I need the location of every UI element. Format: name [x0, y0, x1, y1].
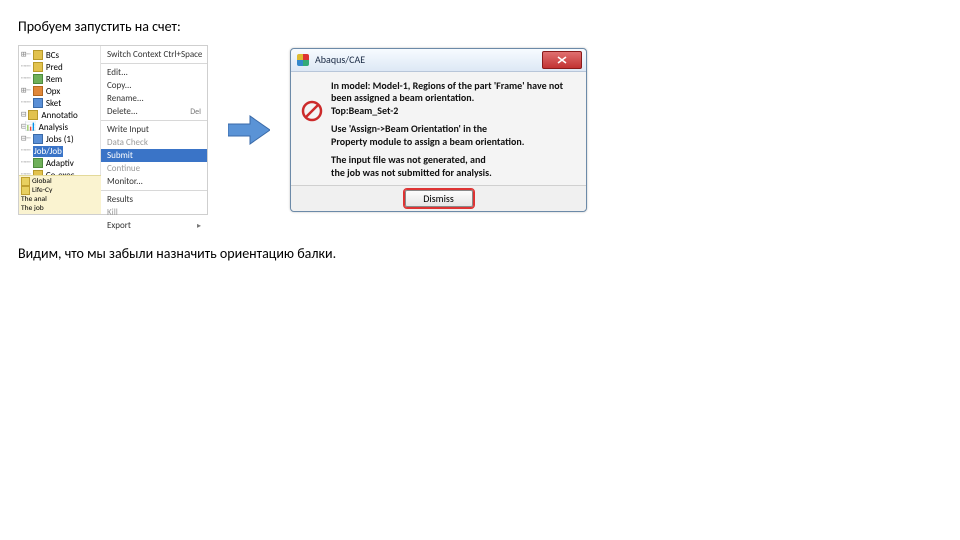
dialog-title: Abaqus/CAE: [315, 53, 542, 66]
tree-item[interactable]: ┈┈Rem: [21, 73, 98, 85]
msg-line: Use 'Assign->Beam Orientation' in the: [331, 123, 563, 136]
tree-label: Annotatio: [41, 110, 77, 121]
tree-item[interactable]: ⊞┈BCs: [21, 49, 98, 61]
menu-separator: [101, 190, 207, 191]
tree-item[interactable]: ┈┈Adaptiv: [21, 157, 98, 169]
msg-line: Top:Beam_Set-2: [331, 105, 563, 118]
dialog-message: In model: Model-1, Regions of the part '…: [331, 80, 563, 180]
tree-label: Job/Job: [33, 146, 63, 157]
menu-kill[interactable]: Kill: [101, 206, 207, 219]
menu-label: Submit: [107, 150, 133, 161]
strip-label: The anal: [21, 195, 47, 204]
tree-item[interactable]: ⊟📊Analysis: [21, 121, 98, 133]
close-icon: [557, 56, 567, 64]
close-button[interactable]: [542, 51, 582, 69]
menu-separator: [101, 63, 207, 64]
menu-label: Write Input: [107, 124, 149, 135]
menu-label: Continue: [107, 163, 140, 174]
dialog-body: In model: Model-1, Regions of the part '…: [291, 72, 586, 186]
tree-item[interactable]: ┈┈Sket: [21, 97, 98, 109]
menu-monitor[interactable]: Monitor...: [101, 175, 207, 188]
tree-item-selected[interactable]: ┈┈Job/Job: [21, 145, 98, 157]
chevron-right-icon: ▸: [197, 221, 201, 231]
tree-item[interactable]: ⊞┈Opx: [21, 85, 98, 97]
msg-line: Property module to assign a beam orienta…: [331, 136, 563, 149]
menu-switch-context[interactable]: Switch Context Ctrl+Space: [101, 48, 207, 61]
menu-label: Switch Context Ctrl+Space: [107, 49, 202, 60]
tree-label: Pred: [46, 62, 63, 73]
chip-icon: [21, 177, 30, 186]
strip-label: Global: [32, 177, 52, 186]
menu-label: Results: [107, 194, 133, 205]
figure-row: ⊞┈BCs ┈┈Pred ┈┈Rem ⊞┈Opx ┈┈Sket ⊟Annotat…: [18, 45, 942, 215]
chip-icon: [21, 186, 30, 195]
tree-label: Rem: [46, 74, 62, 85]
menu-edit[interactable]: Edit...: [101, 66, 207, 79]
tree-label: Opx: [46, 86, 60, 97]
error-dialog: Abaqus/CAE In model: Model-1, Regions of…: [290, 48, 587, 213]
msg-line: the job was not submitted for analysis.: [331, 167, 563, 180]
menu-label: Rename...: [107, 93, 144, 104]
strip-label: The job: [21, 204, 44, 213]
menu-results[interactable]: Results: [101, 193, 207, 206]
menu-label: Copy...: [107, 80, 132, 91]
abaqus-tree-panel: ⊞┈BCs ┈┈Pred ┈┈Rem ⊞┈Opx ┈┈Sket ⊟Annotat…: [18, 45, 208, 215]
msg-line: The input file was not generated, and: [331, 154, 563, 167]
tree-item[interactable]: ⊟┈Jobs (1): [21, 133, 98, 145]
tree-label: Adaptiv: [46, 158, 74, 169]
menu-write-input[interactable]: Write Input: [101, 123, 207, 136]
menu-separator: [101, 120, 207, 121]
menu-continue[interactable]: Continue: [101, 162, 207, 175]
strip-label: Life-Cy: [32, 186, 52, 195]
context-menu: Switch Context Ctrl+Space Edit... Copy..…: [101, 46, 207, 234]
menu-label: Data Check: [107, 137, 148, 148]
dismiss-button[interactable]: Dismiss: [405, 190, 473, 207]
menu-export[interactable]: Export ▸: [101, 219, 207, 232]
tree-label: BCs: [46, 50, 59, 61]
menu-label: Kill: [107, 207, 118, 218]
arrow-right-icon: [228, 114, 270, 146]
menu-label: Monitor...: [107, 176, 143, 187]
tree-label: Analysis: [39, 122, 68, 133]
menu-label: Delete...: [107, 106, 138, 117]
paragraph-bottom: Видим, что мы забыли назначить ориентаци…: [18, 245, 942, 262]
tree-label: Sket: [46, 98, 61, 109]
menu-label: Export: [107, 220, 131, 231]
menu-delete[interactable]: Delete... Del: [101, 105, 207, 118]
tree-item[interactable]: ⊟Annotatio: [21, 109, 98, 121]
paragraph-top: Пробуем запустить на счет:: [18, 18, 942, 35]
menu-label: Edit...: [107, 67, 128, 78]
info-strip: Global Life-Cy The anal The job: [19, 175, 101, 214]
menu-submit[interactable]: Submit: [101, 149, 207, 162]
dialog-titlebar: Abaqus/CAE: [291, 49, 586, 72]
menu-shortcut: Del: [190, 107, 201, 117]
menu-copy[interactable]: Copy...: [101, 79, 207, 92]
menu-rename[interactable]: Rename...: [101, 92, 207, 105]
forbidden-icon: [301, 100, 323, 122]
tree-item[interactable]: ┈┈Pred: [21, 61, 98, 73]
tree-label: Jobs (1): [46, 134, 74, 145]
msg-line: been assigned a beam orientation.: [331, 92, 563, 105]
menu-data-check[interactable]: Data Check: [101, 136, 207, 149]
dialog-button-bar: Dismiss: [291, 185, 586, 211]
app-icon: [297, 54, 309, 66]
